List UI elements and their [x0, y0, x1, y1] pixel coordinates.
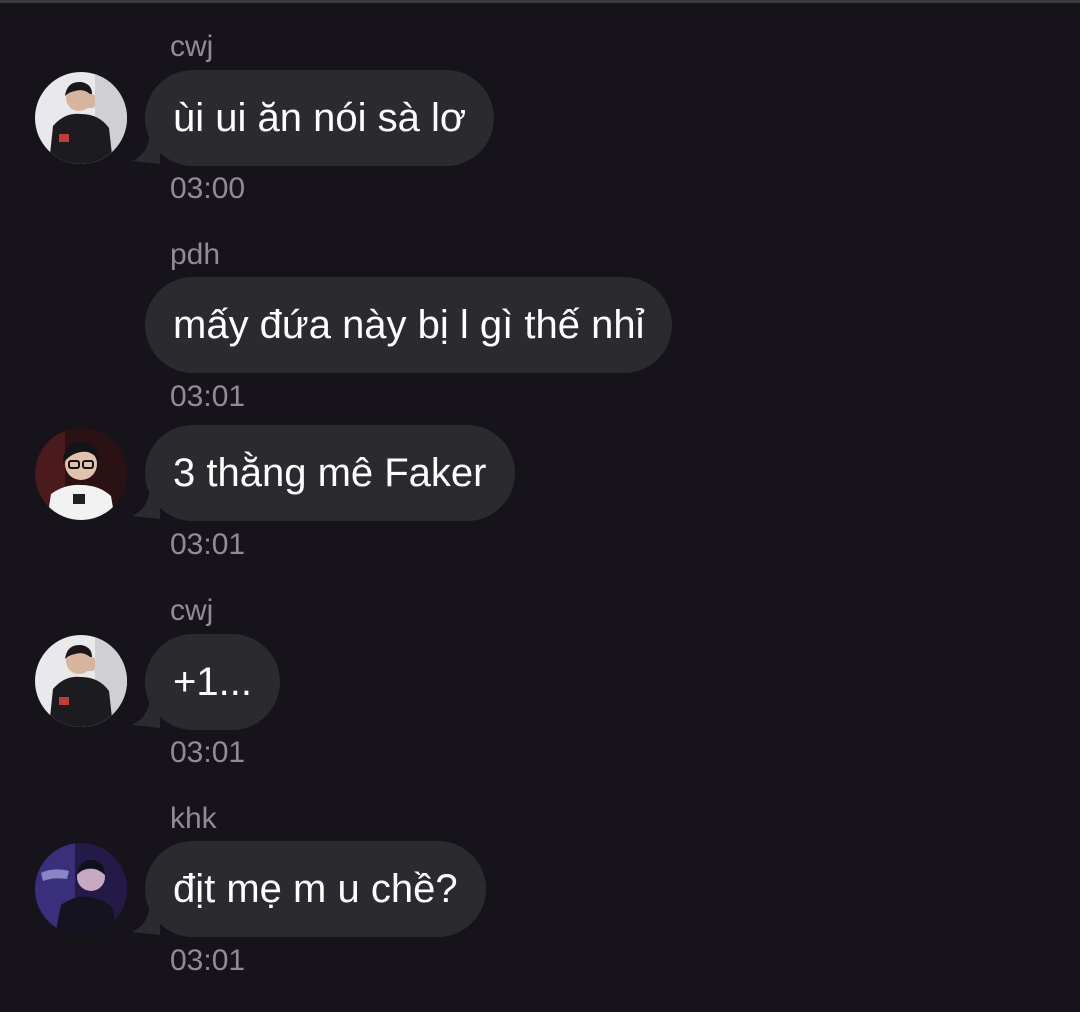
avatar[interactable] [35, 843, 127, 935]
top-divider [0, 0, 1080, 3]
message-text: mấy đứa này bị l gì thế nhỉ [173, 303, 645, 347]
user-photo-icon [35, 843, 127, 935]
message-text: 3 thằng mê Faker [173, 451, 487, 495]
user-photo-icon [35, 635, 127, 727]
message-bubble[interactable]: địt mẹ m u chề? [145, 841, 486, 937]
user-photo-icon [35, 428, 127, 520]
message-time: 03:01 [170, 380, 246, 413]
sender-name: cwj [170, 30, 214, 63]
bubble-tail [132, 698, 160, 728]
bubble-tail [132, 134, 160, 164]
sender-name: cwj [170, 594, 214, 627]
user-photo-icon [35, 72, 127, 164]
avatar[interactable] [35, 428, 127, 520]
sender-name: khk [170, 802, 217, 835]
avatar[interactable] [35, 635, 127, 727]
message-bubble[interactable]: 3 thằng mê Faker [145, 425, 515, 521]
sender-name: pdh [170, 238, 221, 271]
message-time: 03:00 [170, 172, 246, 205]
message-bubble[interactable]: +1... [145, 634, 280, 730]
bubble-tail [132, 489, 160, 519]
message-time: 03:01 [170, 736, 246, 769]
message-time: 03:01 [170, 944, 246, 977]
message-bubble[interactable]: mấy đứa này bị l gì thế nhỉ [145, 277, 673, 373]
message-bubble[interactable]: ùi ui ăn nói sà lơ [145, 70, 495, 166]
message-text: +1... [173, 660, 252, 704]
avatar[interactable] [35, 72, 127, 164]
bubble-tail [132, 905, 160, 935]
message-time: 03:01 [170, 528, 246, 561]
message-text: địt mẹ m u chề? [173, 867, 458, 911]
message-text: ùi ui ăn nói sà lơ [173, 96, 467, 140]
